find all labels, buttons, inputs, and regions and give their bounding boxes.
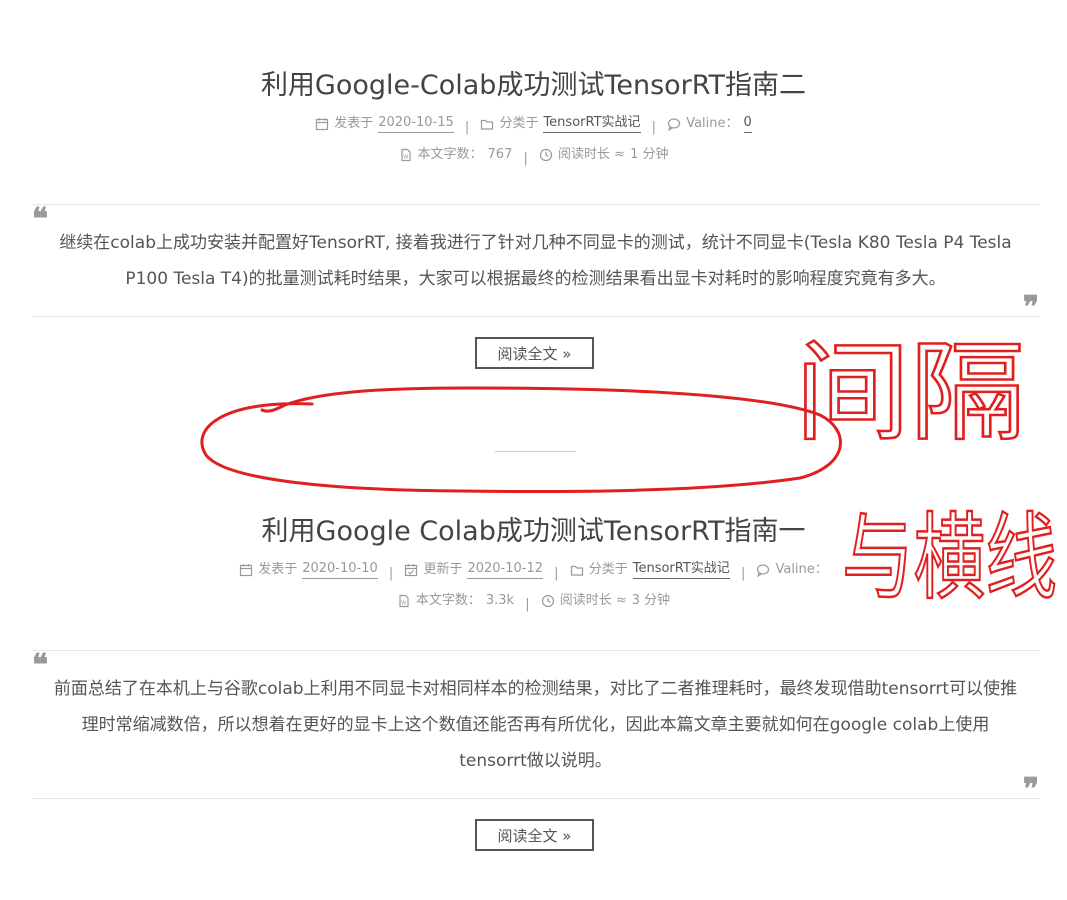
read-more-button[interactable]: 阅读全文 » [475,337,594,369]
post-2: 利用Google Colab成功测试TensorRT指南一 发表于 2020-1… [0,514,1067,614]
updated-label: 更新于 [423,561,463,577]
post-1: 利用Google-Colab成功测试TensorRT指南二 发表于 2020-1… [0,68,1067,168]
post-meta-secondary: W 本文字数： 3.3k | 阅读时长 ≈ 3 分钟 [0,592,1067,614]
calendar-icon [315,117,329,131]
excerpt-line: tensorrt做以说明。 [459,751,612,771]
quote-open-icon: ❝ [32,202,49,237]
wordcount-value: 3.3k [485,592,515,608]
clock-icon [539,148,553,162]
post-title[interactable]: 利用Google-Colab成功测试TensorRT指南二 [0,68,1067,104]
wordcount-value: 767 [487,146,513,162]
post-excerpt: 前面总结了在本机上与谷歌colab上利用不同显卡对相同样本的检测结果，对比了二者… [32,651,1039,779]
readtime-label: 阅读时长 ≈ [559,592,627,608]
meta-separator: | [388,565,394,581]
category-label: 分类于 [588,561,628,577]
meta-separator: | [525,596,530,612]
annotation-text-line1: 间隔 [795,331,1025,456]
read-more-button[interactable]: 阅读全文 » [475,819,594,851]
published-label: 发表于 [258,561,298,577]
calendar-icon [239,563,253,577]
post-excerpt-quote: ❝ 继续在colab上成功安装并配置好TensorRT, 接着我进行了针对几种不… [32,202,1039,323]
comments-count[interactable]: 0 [743,114,752,133]
category-label: 分类于 [499,115,539,131]
clock-icon [541,594,555,608]
published-date[interactable]: 2020-10-10 [302,560,378,579]
quote-close-icon: ❞ [1022,290,1039,325]
comments-label: Valine： [686,115,739,131]
file-word-icon: W [397,594,411,608]
wordcount-label: 本文字数： [417,146,483,162]
post-title[interactable]: 利用Google Colab成功测试TensorRT指南一 [0,514,1067,550]
category-link[interactable]: TensorRT实战记 [543,114,641,133]
comment-icon [667,117,681,131]
excerpt-line: 继续在colab上成功安装并配置好TensorRT, 接着我进行了针对几种不同显… [59,233,1012,253]
readtime-label: 阅读时长 ≈ [558,146,626,162]
svg-text:W: W [401,600,406,606]
post-meta-primary: 发表于 2020-10-15 | 分类于 TensorRT实战记 | Valin… [0,114,1067,137]
post-meta-primary: 发表于 2020-10-10 | 更新于 2020-10-12 | 分类于 Te… [0,560,1067,583]
file-word-icon: W [399,148,413,162]
svg-text:W: W [403,154,408,160]
meta-separator: | [740,565,746,581]
comments-label: Valine： [775,561,828,577]
meta-separator: | [554,565,559,581]
calendar-check-icon [404,563,418,577]
wordcount-label: 本文字数： [415,592,481,608]
post-divider [495,451,576,452]
category-link[interactable]: TensorRT实战记 [632,560,730,579]
post-meta-secondary: W 本文字数： 767 | 阅读时长 ≈ 1 分钟 [0,146,1067,168]
meta-separator: | [464,119,470,135]
published-date[interactable]: 2020-10-15 [378,114,454,133]
post-excerpt-quote: ❝ 前面总结了在本机上与谷歌colab上利用不同显卡对相同样本的检测结果，对比了… [32,648,1039,805]
excerpt-line: 前面总结了在本机上与谷歌colab上利用不同显卡对相同样本的检测结果，对比了二者… [53,679,1018,699]
annotation-ellipse [200,386,842,494]
updated-date[interactable]: 2020-10-12 [467,560,544,579]
post-excerpt: 继续在colab上成功安装并配置好TensorRT, 接着我进行了针对几种不同显… [32,205,1039,297]
quote-open-icon: ❝ [32,648,49,683]
readtime-value: 3 分钟 [631,592,671,608]
meta-separator: | [651,119,657,135]
excerpt-line: P100 Tesla T4)的批量测试耗时结果，大家可以根据最终的检测结果看出显… [125,269,946,289]
folder-icon [480,117,494,131]
published-label: 发表于 [334,115,374,131]
comment-icon [756,563,770,577]
readtime-value: 1 分钟 [630,146,669,162]
folder-icon [570,563,584,577]
quote-close-icon: ❞ [1022,772,1039,807]
meta-separator: | [523,150,528,166]
excerpt-line: 理时常缩减数倍，所以想着在更好的显卡上这个数值还能否再有所优化，因此本篇文章主要… [81,715,990,735]
